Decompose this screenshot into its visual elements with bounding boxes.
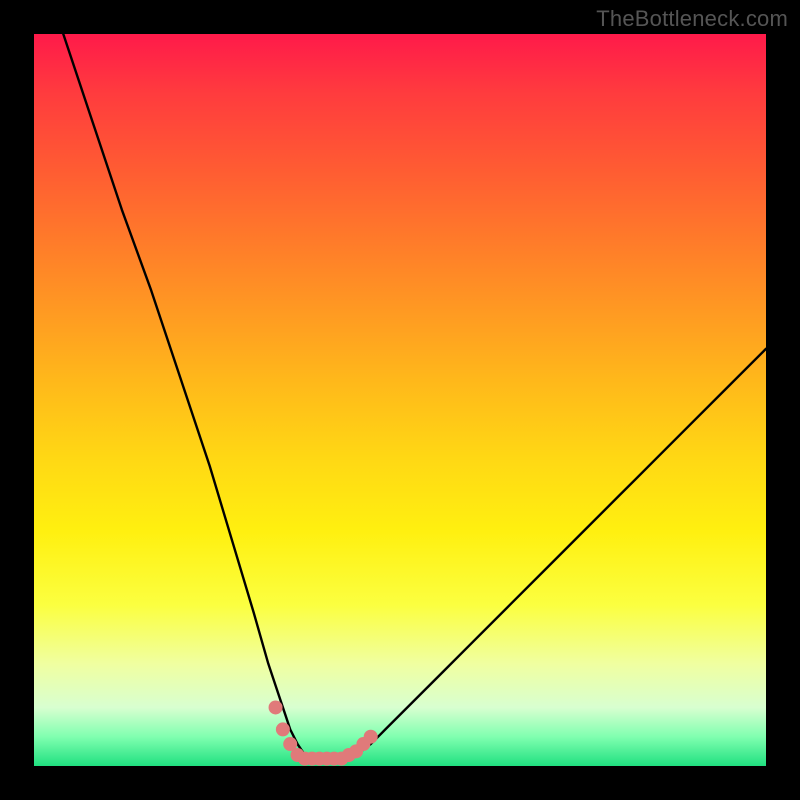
chart-svg <box>34 34 766 766</box>
bottleneck-curve-line <box>63 34 766 759</box>
watermark-text: TheBottleneck.com <box>596 6 788 32</box>
curve-marker <box>276 722 290 736</box>
curve-marker <box>269 700 283 714</box>
chart-frame: TheBottleneck.com <box>0 0 800 800</box>
curve-marker <box>364 730 378 744</box>
plot-area <box>34 34 766 766</box>
